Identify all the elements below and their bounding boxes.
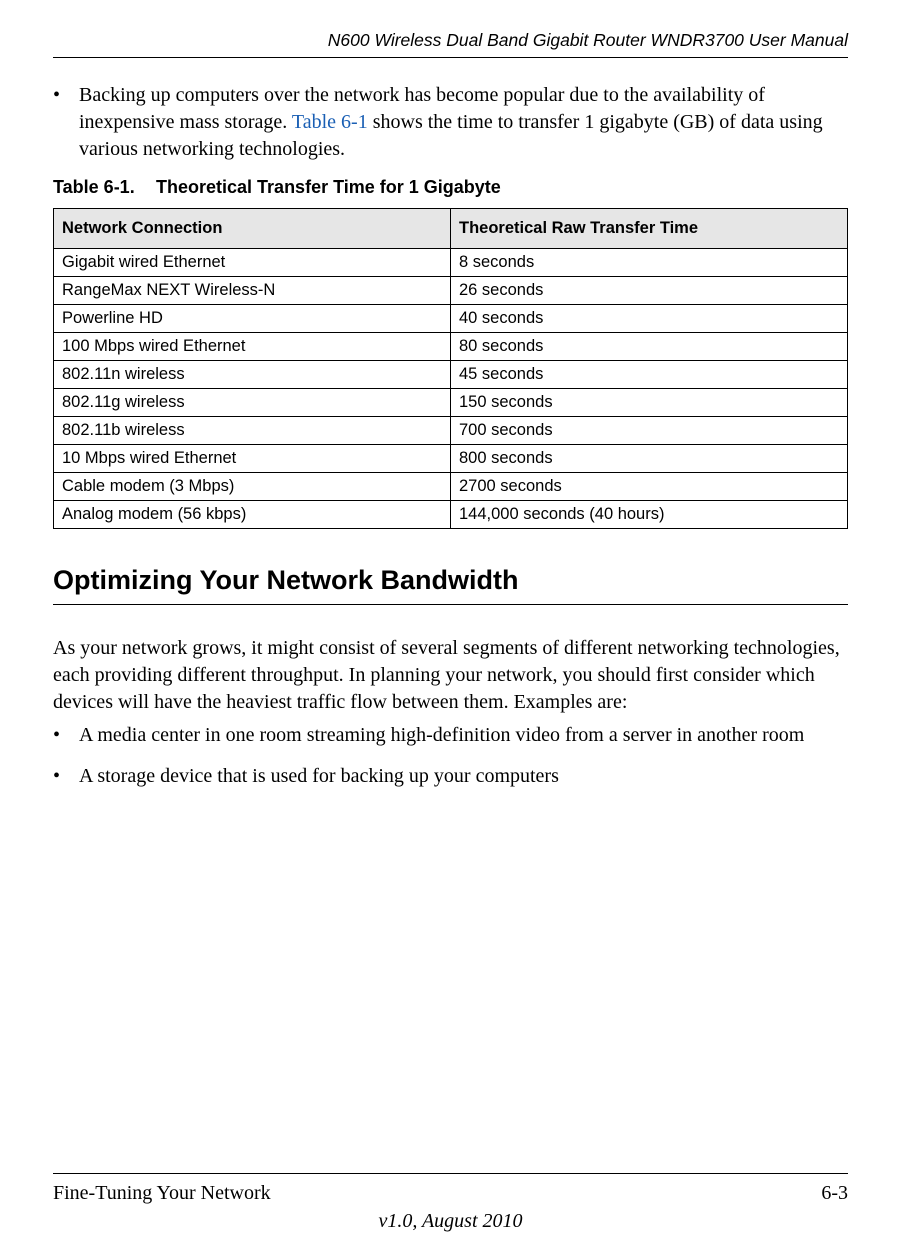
footer-page-number: 6-3 [821, 1180, 848, 1207]
table-cell-time: 144,000 seconds (40 hours) [451, 501, 848, 529]
table-cell-connection: 802.11b wireless [54, 417, 451, 445]
table-cell-time: 150 seconds [451, 389, 848, 417]
table-row: 802.11b wireless 700 seconds [54, 417, 848, 445]
section-paragraph: As your network grows, it might consist … [53, 635, 848, 716]
table-cell-connection: RangeMax NEXT Wireless-N [54, 277, 451, 305]
table-row: Analog modem (56 kbps) 144,000 seconds (… [54, 501, 848, 529]
table-cell-connection: Analog modem (56 kbps) [54, 501, 451, 529]
table-caption-title: Theoretical Transfer Time for 1 Gigabyte [156, 177, 501, 197]
table-cell-time: 26 seconds [451, 277, 848, 305]
table-row: 802.11n wireless 45 seconds [54, 361, 848, 389]
table-cell-connection: 802.11n wireless [54, 361, 451, 389]
bullet-marker: • [53, 82, 79, 163]
table-cell-time: 800 seconds [451, 445, 848, 473]
table-row: RangeMax NEXT Wireless-N 26 seconds [54, 277, 848, 305]
table-cell-connection: Gigabit wired Ethernet [54, 249, 451, 277]
table-cell-time: 700 seconds [451, 417, 848, 445]
bullet-marker: • [53, 722, 79, 749]
footer-left: Fine-Tuning Your Network [53, 1180, 271, 1207]
table-row: Cable modem (3 Mbps) 2700 seconds [54, 473, 848, 501]
table-cell-connection: 10 Mbps wired Ethernet [54, 445, 451, 473]
table-row: 10 Mbps wired Ethernet 800 seconds [54, 445, 848, 473]
table-cell-connection: 100 Mbps wired Ethernet [54, 333, 451, 361]
table-caption-label: Table 6-1. [53, 177, 151, 198]
table-caption: Table 6-1. Theoretical Transfer Time for… [53, 177, 848, 198]
section-bullet: • A media center in one room streaming h… [53, 722, 848, 749]
table-cell-connection: Cable modem (3 Mbps) [54, 473, 451, 501]
table-cell-time: 80 seconds [451, 333, 848, 361]
transfer-time-table: Network Connection Theoretical Raw Trans… [53, 208, 848, 529]
intro-bullet-text: Backing up computers over the network ha… [79, 82, 848, 163]
table-cell-time: 45 seconds [451, 361, 848, 389]
table-cell-time: 8 seconds [451, 249, 848, 277]
table-cell-time: 40 seconds [451, 305, 848, 333]
intro-bullet: • Backing up computers over the network … [53, 82, 848, 163]
table-row: Powerline HD 40 seconds [54, 305, 848, 333]
page-footer: Fine-Tuning Your Network 6-3 v1.0, Augus… [53, 1173, 848, 1235]
table-row: 100 Mbps wired Ethernet 80 seconds [54, 333, 848, 361]
table-row: Gigabit wired Ethernet 8 seconds [54, 249, 848, 277]
table-cell-connection: Powerline HD [54, 305, 451, 333]
section-bullet-text: A media center in one room streaming hig… [79, 722, 848, 749]
table-header-row: Network Connection Theoretical Raw Trans… [54, 209, 848, 249]
page-header: N600 Wireless Dual Band Gigabit Router W… [53, 30, 848, 58]
table-reference-link[interactable]: Table 6-1 [292, 111, 368, 133]
table-header-time: Theoretical Raw Transfer Time [451, 209, 848, 249]
table-cell-connection: 802.11g wireless [54, 389, 451, 417]
table-cell-time: 2700 seconds [451, 473, 848, 501]
header-title: N600 Wireless Dual Band Gigabit Router W… [328, 30, 848, 50]
bullet-marker: • [53, 763, 79, 790]
section-bullet: • A storage device that is used for back… [53, 763, 848, 790]
table-header-connection: Network Connection [54, 209, 451, 249]
section-bullet-text: A storage device that is used for backin… [79, 763, 848, 790]
footer-top-row: Fine-Tuning Your Network 6-3 [53, 1180, 848, 1207]
footer-version: v1.0, August 2010 [53, 1207, 848, 1235]
section-heading-optimizing: Optimizing Your Network Bandwidth [53, 565, 848, 605]
table-row: 802.11g wireless 150 seconds [54, 389, 848, 417]
